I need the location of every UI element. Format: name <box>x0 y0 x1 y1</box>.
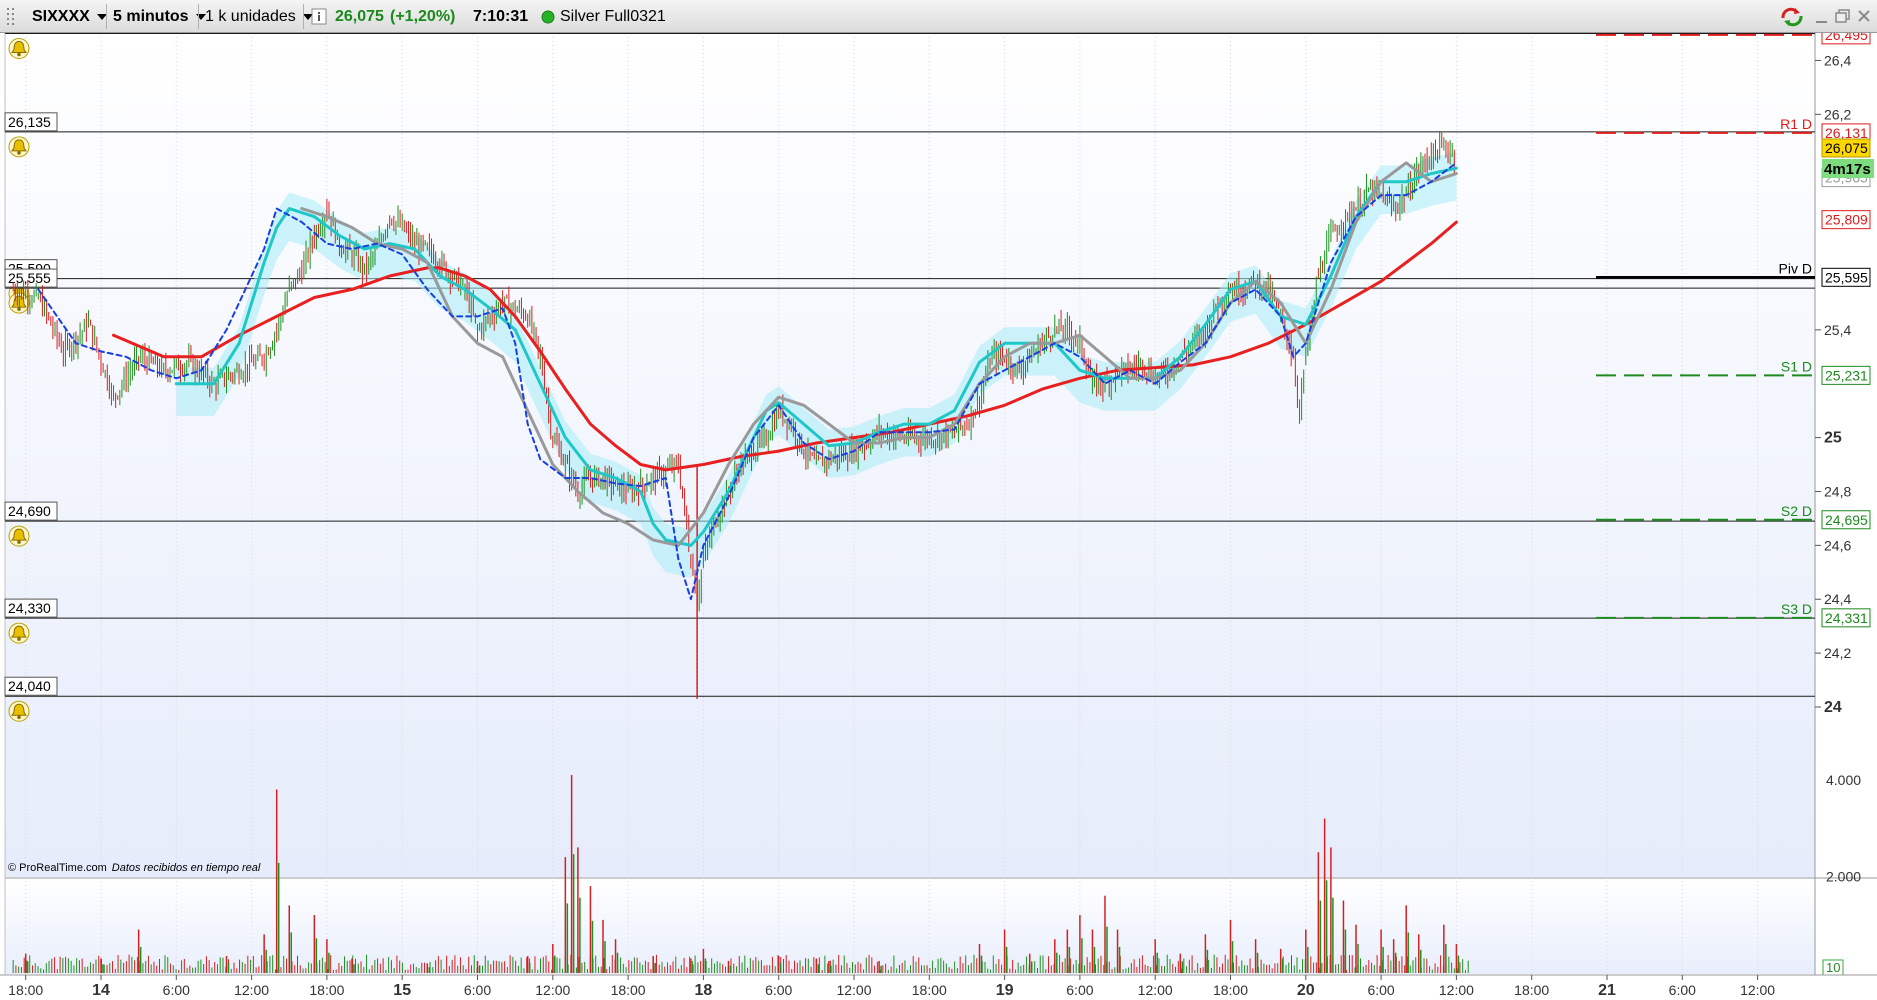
quote-time: 7:10:31 <box>473 8 529 25</box>
time-tick-label: 18:00 <box>611 982 646 998</box>
chart-toolbar: SIXXXX 5 minutos 1 k unidades 26,075 (+1… <box>0 0 1877 33</box>
time-tick-label: 12:00 <box>1439 982 1474 998</box>
restore-icon[interactable] <box>1835 4 1851 29</box>
pivot-name: S2 D <box>1781 503 1812 519</box>
timeframe-selector[interactable]: 5 minutos <box>113 4 206 29</box>
price-tick-label: 24,6 <box>1824 537 1851 553</box>
alert-label: 26,135 <box>8 114 51 130</box>
volume-tick-label: 4.000 <box>1826 772 1861 788</box>
alert-label: 25,555 <box>8 270 51 286</box>
time-tick-label: 6:00 <box>1367 982 1394 998</box>
price-tick-label: 24,8 <box>1824 483 1851 499</box>
price-tick-label: 26,2 <box>1824 106 1851 122</box>
pivot-name: R1 D <box>1780 116 1812 132</box>
time-tick-label: 18:00 <box>1514 982 1549 998</box>
bell-icon-clapper <box>17 637 21 641</box>
units-label: 1 k unidades <box>205 8 296 25</box>
last-price: 26,075 <box>335 8 384 25</box>
time-tick-label: 18:00 <box>8 982 43 998</box>
time-tick-label: 12:00 <box>836 982 871 998</box>
time-tick-label: 6:00 <box>1669 982 1696 998</box>
sync-icon[interactable] <box>1778 4 1806 29</box>
time-tick-label: 12:00 <box>234 982 269 998</box>
pivot-value-label: 24,695 <box>1825 512 1868 528</box>
timeframe-label: 5 minutos <box>113 8 189 25</box>
alert-label: 24,690 <box>8 503 51 519</box>
bell-icon-clapper <box>17 52 21 57</box>
bell-icon-clapper <box>17 151 21 155</box>
price-tick-label: 26,4 <box>1824 52 1851 68</box>
bell-icon <box>8 622 30 644</box>
symbol-label: SIXXXX <box>32 8 90 25</box>
price-tick-label: 24,2 <box>1824 645 1851 661</box>
price-tick-label: 24 <box>1824 699 1842 716</box>
time-tick-label: 6:00 <box>765 982 792 998</box>
time-tick-label: 12:00 <box>1740 982 1775 998</box>
pivot-name: S3 D <box>1781 601 1812 617</box>
info-icon[interactable] <box>311 4 327 29</box>
time-tick-label: 12:00 <box>1138 982 1173 998</box>
pivot-value-label: 25,231 <box>1825 367 1868 383</box>
indicator-value-label: 26,075 <box>1825 140 1868 156</box>
minimize-icon[interactable] <box>1814 4 1830 29</box>
time-tick-label: 18:00 <box>1213 982 1248 998</box>
realtime-note: Datos recibidos en tiempo real <box>112 862 261 874</box>
time-tick-label: 12:00 <box>535 982 570 998</box>
time-tick-label: 6:00 <box>163 982 190 998</box>
volume-last-label: 10 <box>1826 960 1840 975</box>
status-dot-icon <box>541 4 555 29</box>
pivot-value-label: 25,595 <box>1825 269 1868 285</box>
price-tick-label: 24,4 <box>1824 591 1851 607</box>
toolbar-divider <box>106 4 107 29</box>
time-tick-label: 20 <box>1297 982 1315 999</box>
bell-icon-clapper <box>17 540 21 544</box>
bell-icon <box>8 38 30 59</box>
price-tick-label: 25,4 <box>1824 322 1851 338</box>
grip-icon[interactable] <box>5 4 17 29</box>
indicator-value-label: 25,809 <box>1825 212 1868 228</box>
countdown-label: 4m17s <box>1824 161 1871 178</box>
bell-icon <box>8 136 30 158</box>
pivot-value-label: 24,331 <box>1825 610 1868 626</box>
copyright-text: © ProRealTime.com Datos recibidos en tiem… <box>8 862 261 874</box>
pivot-name: Piv D <box>1779 260 1812 276</box>
toolbar-divider <box>303 4 304 29</box>
time-tick-label: 6:00 <box>1066 982 1093 998</box>
bell-icon <box>8 525 30 547</box>
time-tick-label: 18 <box>695 982 713 999</box>
time-tick-label: 19 <box>996 982 1014 999</box>
time-tick-label: 18:00 <box>309 982 344 998</box>
time-axis: 18:00 14 6:00 12:00 18:00 15 6:00 12:00 18:00 18 6… <box>0 974 1877 1000</box>
time-tick-label: 21 <box>1598 982 1616 999</box>
price-change: (+1,20%) <box>390 8 456 25</box>
time-tick-label: 15 <box>393 982 411 999</box>
price-tick-label: 25 <box>1824 430 1842 447</box>
units-selector[interactable]: 1 k unidades <box>205 4 313 29</box>
time-tick-label: 6:00 <box>464 982 491 998</box>
price-chart[interactable]: 27,04026,50026,13525,59025,55524,69024,3… <box>0 33 1877 1000</box>
alert-label: 24,330 <box>8 600 51 616</box>
pivot-value-label: 26,495 <box>1825 33 1868 43</box>
pivot-name: S1 D <box>1781 358 1812 374</box>
symbol-selector[interactable]: SIXXXX <box>32 4 107 29</box>
time-tick-label: 18:00 <box>912 982 947 998</box>
bell-icon-clapper <box>17 715 21 720</box>
instrument-name: Silver Full0321 <box>560 8 666 25</box>
bell-icon <box>8 700 30 722</box>
volume-tick-label: 2.000 <box>1826 868 1861 884</box>
pivot-name: R2 D <box>1780 33 1812 34</box>
time-tick-label: 14 <box>92 982 110 999</box>
close-icon[interactable] <box>1856 4 1872 29</box>
alert-label: 24,040 <box>8 678 51 694</box>
toolbar-divider <box>198 4 199 29</box>
copyright-label: © ProRealTime.com <box>8 862 107 874</box>
